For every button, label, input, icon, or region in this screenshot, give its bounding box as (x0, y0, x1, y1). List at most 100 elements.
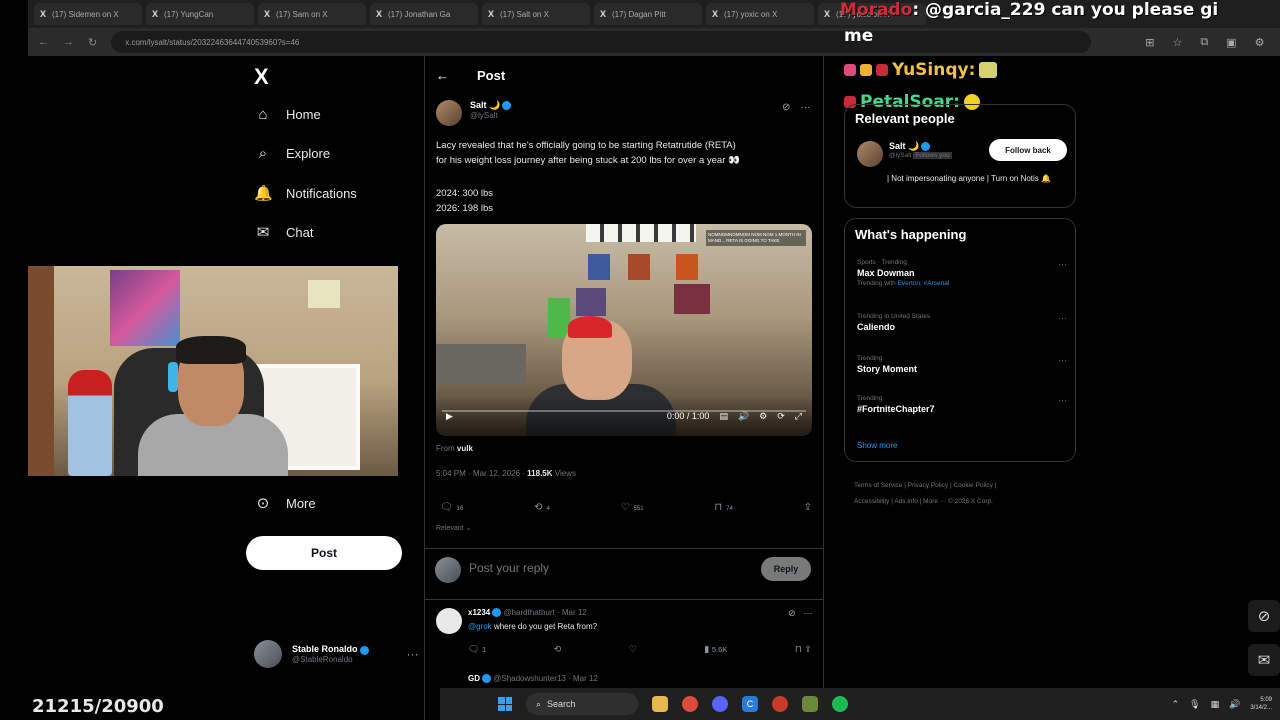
grok-icon[interactable]: ⊘ (782, 102, 790, 113)
post-author[interactable]: Salt 🌙 @lySalt (436, 100, 512, 126)
chrome-icon[interactable] (682, 696, 698, 712)
chat-badge-icon (860, 64, 872, 76)
reload-icon[interactable]: ↻ (88, 36, 97, 49)
bookmark-action[interactable]: ⊓ 74 (714, 502, 733, 513)
ccleaner-icon[interactable]: C (742, 696, 758, 712)
trend-item[interactable]: Trending Story Moment ··· (857, 355, 1067, 374)
back-arrow-icon[interactable]: ← (436, 68, 449, 83)
more-dots-icon[interactable]: ··· (804, 608, 813, 619)
webcam-overlay (28, 266, 398, 476)
more-dots-icon[interactable]: ··· (407, 647, 419, 661)
app-icon[interactable] (772, 696, 788, 712)
url-field[interactable]: x.com/lysalt/status/2032246364474053960?… (111, 31, 1092, 53)
messages-icon[interactable]: ✉ (1248, 644, 1280, 676)
clock[interactable]: 5:09 3/14/2... (1250, 696, 1272, 712)
post-button[interactable]: Post (246, 536, 402, 570)
x-logo-icon: X (152, 9, 159, 19)
reply-button[interactable]: Reply (761, 557, 811, 581)
discord-icon[interactable] (712, 696, 728, 712)
x-logo[interactable]: X (254, 64, 269, 90)
poster-image (110, 270, 180, 346)
relevant-person[interactable]: Salt 🌙 @lySalt Follows you (857, 141, 952, 167)
chat-message-continued: me (844, 26, 874, 46)
extension-icon[interactable]: ⊞ (1145, 36, 1154, 49)
video-progress-bar[interactable] (442, 410, 806, 412)
browser-tab[interactable]: X (17) yoxic on X (706, 3, 814, 25)
person-bio: | Not impersonating anyone | Turn on Not… (887, 174, 1051, 183)
more-dots-icon[interactable]: ··· (800, 102, 810, 113)
forward-arrow-icon[interactable]: → (63, 36, 74, 48)
browser-tab[interactable]: X (17) Jonathan Ga (370, 3, 478, 25)
back-arrow-icon[interactable]: ← (38, 36, 49, 48)
bookmark-icon[interactable]: ⊓ ⇪ (795, 644, 812, 655)
avatar (435, 557, 461, 583)
source-user-link[interactable]: vulk (457, 444, 473, 453)
more-dots-icon[interactable]: ··· (1058, 355, 1067, 365)
comment-icon[interactable]: 🗨 1 (468, 644, 486, 655)
share-icon[interactable]: ⇪ (804, 502, 812, 513)
reply-input[interactable]: Post your reply (469, 561, 549, 575)
post-video[interactable]: NOMNOMNOMNOM NOM NOM 1 MONTH IN MAND... … (436, 224, 812, 436)
microphone-icon[interactable]: 🎙 (1189, 699, 1200, 710)
more-dots-icon[interactable]: ··· (1058, 313, 1067, 323)
more-dots-icon[interactable]: ··· (1058, 395, 1067, 405)
sidebar-item-home[interactable]: ⌂ Home (254, 106, 320, 123)
windows-start-icon[interactable] (498, 697, 512, 711)
play-icon[interactable]: ▶ (446, 411, 453, 422)
like-action[interactable]: ♡ 551 (621, 502, 644, 513)
browser-tab[interactable]: X (17) YungCan (146, 3, 254, 25)
browser-tab[interactable]: X (17) Salt on X (482, 3, 590, 25)
repost-icon: ⟲ (534, 502, 543, 513)
star-icon[interactable]: ☆ (1172, 36, 1182, 49)
grok-icon[interactable]: ⊘ (1248, 600, 1280, 632)
reply-action[interactable]: 🗨 16 (440, 502, 463, 513)
sidebar-icon[interactable]: ▣ (1226, 36, 1236, 49)
trend-item[interactable]: Trending in United States Caliendo ··· (857, 313, 1067, 332)
sidebar-item-notifications[interactable]: 🔔 Notifications (254, 184, 357, 202)
network-icon[interactable]: ▦ (1211, 699, 1220, 710)
captions-icon[interactable]: ▤ (719, 411, 728, 422)
volume-icon[interactable]: 🔊 (1229, 699, 1240, 710)
repost-icon[interactable]: ⟲ (554, 644, 562, 655)
sidebar-item-explore[interactable]: ⌕ Explore (254, 145, 330, 162)
puzzle-icon[interactable]: ⧉ (1200, 36, 1208, 49)
post-timestamp[interactable]: 5:04 PM · Mar 12, 2026 · (436, 469, 525, 478)
settings-icon[interactable]: ⚙ (759, 411, 767, 422)
more-dots-icon[interactable]: ··· (1058, 259, 1067, 269)
sidebar-item-chat[interactable]: ✉ Chat (254, 223, 314, 241)
post-meta: 5:04 PM · Mar 12, 2026 · 118.5K Views (436, 469, 576, 478)
post-text-stats: 2024: 300 lbs 2026: 198 lbs (436, 188, 494, 214)
follow-back-button[interactable]: Follow back (989, 139, 1067, 161)
headset-icon (168, 362, 178, 392)
fullscreen-icon[interactable]: ⤢ (795, 411, 802, 422)
show-more-link[interactable]: Show more (857, 441, 897, 450)
x-logo-icon: X (376, 9, 383, 19)
repost-action[interactable]: ⟲ 4 (534, 502, 550, 513)
browser-tab[interactable]: X (17) Sam on X (258, 3, 366, 25)
spotify-icon[interactable] (832, 696, 848, 712)
heart-icon[interactable]: ♡ (629, 644, 637, 655)
taskbar-search[interactable]: ⌕ Search (526, 693, 638, 715)
trend-item[interactable]: Sports · Trending Max Dowman Trending wi… (857, 259, 1067, 287)
sidebar-item-label: Notifications (286, 185, 357, 201)
account-switcher[interactable]: Stable Ronaldo @StableRonaldo ··· (254, 640, 419, 668)
volume-icon[interactable]: 🔊 (738, 411, 749, 422)
x-logo-icon: X (264, 9, 271, 19)
more-icon: ⊙ (256, 495, 270, 512)
views-icon[interactable]: ▮ 5.6K (704, 644, 727, 655)
reply-actions: 🗨 1 ⟲ ♡ ▮ 5.6K ⊓ ⇪ (468, 644, 812, 655)
card-title: What's happening (855, 227, 967, 242)
trend-item[interactable]: Trending #FortniteChapter7 ··· (857, 395, 1067, 414)
loop-icon[interactable]: ⟳ (777, 411, 785, 422)
profile-icon[interactable]: ⚙ (1255, 36, 1265, 49)
browser-tab[interactable]: X (17) Dagan Pitt (594, 3, 702, 25)
minecraft-icon[interactable] (802, 696, 818, 712)
chevron-up-icon[interactable]: ⌃ (1172, 699, 1180, 710)
grok-icon[interactable]: ⊘ (788, 608, 796, 619)
browser-tab[interactable]: X (17) Sidemen on X (34, 3, 142, 25)
taskbar-app-icon[interactable] (652, 696, 668, 712)
sidebar-item-more[interactable]: ⊙ More (254, 494, 316, 512)
reply-sort-dropdown[interactable]: Relevant ⌄ (436, 524, 471, 532)
chat-username: YuSinqy: (892, 60, 976, 80)
windows-taskbar: ⌕ Search C ⌃ 🎙 ▦ 🔊 5:09 3/14/2... (440, 688, 1280, 720)
